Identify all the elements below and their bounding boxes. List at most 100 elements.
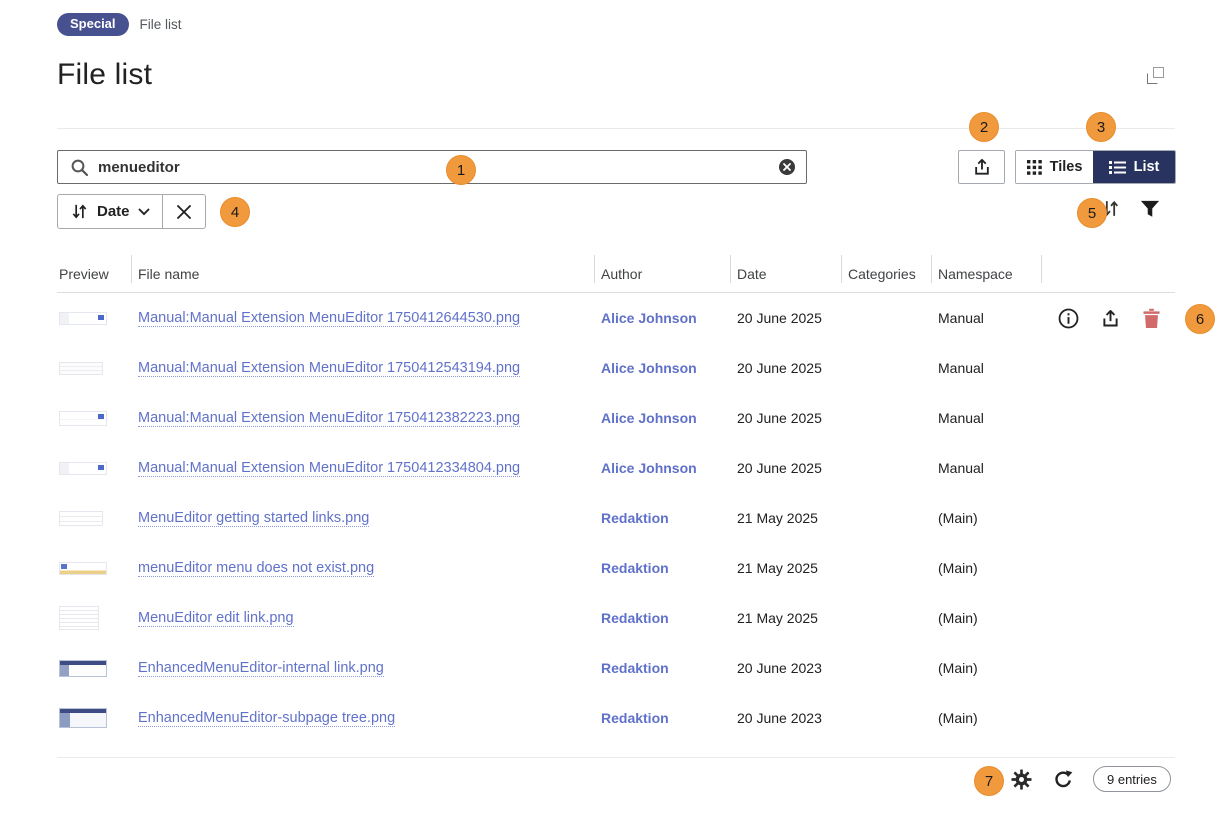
file-link[interactable]: EnhancedMenuEditor-internal link.png [138, 660, 384, 677]
categories-cell [841, 643, 931, 693]
list-view-button[interactable]: List [1093, 151, 1175, 183]
actions-cell [1041, 343, 1175, 393]
entries-count-badge: 9 entries [1093, 766, 1171, 792]
preview-thumb[interactable] [59, 411, 107, 426]
namespace-cell: (Main) [931, 593, 1041, 643]
preview-thumb[interactable] [59, 708, 107, 728]
file-link[interactable]: MenuEditor getting started links.png [138, 510, 369, 527]
namespace-pill[interactable]: Special [57, 13, 129, 36]
preview-thumb[interactable] [59, 562, 107, 575]
preview-cell [57, 543, 131, 593]
preview-cell [57, 393, 131, 443]
annotation-badge-1: 1 [446, 155, 476, 185]
preview-thumb[interactable] [59, 362, 103, 375]
categories-cell [841, 293, 931, 343]
row-actions [1048, 308, 1161, 329]
preview-cell [57, 343, 131, 393]
column-header-actions [1041, 255, 1175, 292]
author-cell: Alice Johnson [594, 343, 730, 393]
preview-thumb[interactable] [59, 660, 107, 677]
sort-field-button[interactable]: Date [58, 195, 162, 228]
upload-button[interactable] [958, 150, 1005, 184]
table-row: Manual:Manual Extension MenuEditor 17504… [57, 443, 1175, 493]
preview-thumb[interactable] [59, 606, 99, 630]
search-input[interactable] [98, 159, 778, 176]
preview-thumb[interactable] [59, 312, 107, 325]
refresh-icon[interactable] [1052, 768, 1074, 790]
categories-cell [841, 693, 931, 743]
table-row: Manual:Manual Extension MenuEditor 17504… [57, 293, 1175, 343]
footer-divider [57, 757, 1175, 758]
file-name-cell: EnhancedMenuEditor-internal link.png [131, 643, 594, 693]
delete-icon[interactable] [1142, 308, 1161, 329]
author-link[interactable]: Alice Johnson [601, 360, 697, 376]
namespace-cell: Manual [931, 343, 1041, 393]
column-header-namespace[interactable]: Namespace [931, 255, 1041, 292]
author-cell: Alice Johnson [594, 443, 730, 493]
column-header-preview[interactable]: Preview [57, 255, 131, 292]
actions-cell [1041, 643, 1175, 693]
author-link[interactable]: Redaktion [601, 510, 669, 526]
author-link[interactable]: Redaktion [601, 710, 669, 726]
column-header-date[interactable]: Date [730, 255, 841, 292]
categories-cell [841, 443, 931, 493]
file-link[interactable]: MenuEditor edit link.png [138, 610, 294, 627]
file-link[interactable]: Manual:Manual Extension MenuEditor 17504… [138, 310, 520, 327]
date-cell: 21 May 2025 [730, 493, 841, 543]
column-header-file-name[interactable]: File name [131, 255, 594, 292]
search-box [57, 150, 807, 184]
list-label: List [1134, 159, 1160, 175]
reupload-icon[interactable] [1100, 308, 1121, 329]
chevron-down-icon [138, 208, 150, 216]
author-cell: Alice Johnson [594, 393, 730, 443]
preview-thumb[interactable] [59, 511, 103, 526]
annotation-badge-4: 4 [220, 197, 250, 227]
author-link[interactable]: Redaktion [601, 560, 669, 576]
file-name-cell: menuEditor menu does not exist.png [131, 543, 594, 593]
breadcrumb: Special File list [57, 13, 182, 36]
page-title: File list [57, 58, 152, 92]
column-header-categories[interactable]: Categories [841, 255, 931, 292]
remove-sort-button[interactable] [162, 195, 205, 228]
author-link[interactable]: Alice Johnson [601, 460, 697, 476]
preview-thumb[interactable] [59, 462, 107, 475]
file-link[interactable]: EnhancedMenuEditor-subpage tree.png [138, 710, 395, 727]
file-name-cell: EnhancedMenuEditor-subpage tree.png [131, 693, 594, 743]
author-cell: Redaktion [594, 643, 730, 693]
annotation-badge-7: 7 [974, 766, 1004, 796]
author-link[interactable]: Redaktion [601, 660, 669, 676]
namespace-cell: (Main) [931, 643, 1041, 693]
tiles-view-button[interactable]: Tiles [1016, 151, 1093, 183]
file-link[interactable]: Manual:Manual Extension MenuEditor 17504… [138, 460, 520, 477]
tiles-grid-icon [1027, 160, 1042, 175]
footer-tools: 9 entries [1010, 766, 1171, 792]
column-header-author[interactable]: Author [594, 255, 730, 292]
close-icon [176, 204, 192, 220]
actions-cell [1041, 693, 1175, 743]
view-toggle: Tiles List [1015, 150, 1176, 184]
preview-cell [57, 443, 131, 493]
date-cell: 20 June 2025 [730, 443, 841, 493]
file-link[interactable]: Manual:Manual Extension MenuEditor 17504… [138, 360, 520, 377]
annotation-badge-6: 6 [1185, 304, 1215, 334]
file-link[interactable]: Manual:Manual Extension MenuEditor 17504… [138, 410, 520, 427]
file-link[interactable]: menuEditor menu does not exist.png [138, 560, 374, 577]
author-link[interactable]: Alice Johnson [601, 410, 697, 426]
annotation-badge-2: 2 [969, 112, 999, 142]
file-name-cell: Manual:Manual Extension MenuEditor 17504… [131, 393, 594, 443]
actions-cell [1041, 293, 1175, 343]
info-icon[interactable] [1058, 308, 1079, 329]
expand-window-icon[interactable] [1147, 67, 1164, 84]
filter-icon[interactable] [1139, 199, 1161, 219]
settings-gear-icon[interactable] [1010, 768, 1033, 791]
clear-search-icon[interactable] [778, 158, 796, 176]
author-link[interactable]: Alice Johnson [601, 310, 697, 326]
date-cell: 20 June 2025 [730, 343, 841, 393]
table-row: EnhancedMenuEditor-subpage tree.png Reda… [57, 693, 1175, 743]
categories-cell [841, 493, 931, 543]
author-cell: Redaktion [594, 593, 730, 643]
author-link[interactable]: Redaktion [601, 610, 669, 626]
table-tools [1100, 198, 1161, 219]
categories-cell [841, 343, 931, 393]
namespace-cell: Manual [931, 293, 1041, 343]
